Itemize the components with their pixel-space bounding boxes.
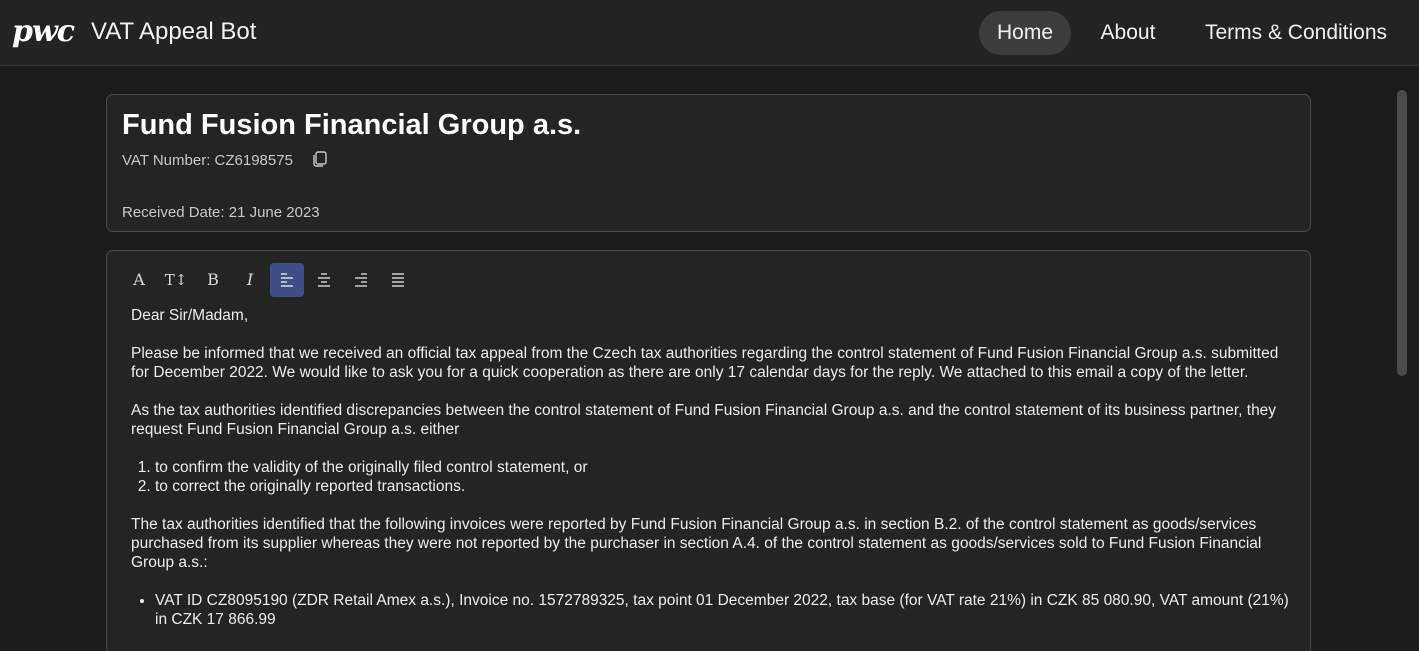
vat-number-row: VAT Number: CZ6198575 bbox=[122, 150, 329, 170]
list-item: to correct the originally reported trans… bbox=[155, 477, 1291, 496]
nav-about[interactable]: About bbox=[1086, 11, 1170, 55]
letter-content[interactable]: Dear Sir/Madam, Please be informed that … bbox=[131, 306, 1291, 648]
align-justify-icon[interactable] bbox=[381, 263, 415, 297]
scrollbar-thumb[interactable] bbox=[1397, 90, 1407, 376]
nav-home[interactable]: Home bbox=[979, 11, 1071, 55]
italic-icon[interactable]: I bbox=[233, 263, 267, 297]
main-nav: Home About Terms & Conditions bbox=[0, 11, 1419, 55]
list-item: VAT ID CZ8095190 (ZDR Retail Amex a.s.),… bbox=[155, 591, 1291, 629]
letter-paragraph: Please be informed that we received an o… bbox=[131, 345, 1279, 381]
letter-editor: A T↕ B I Dear Sir/Madam, Please be infor… bbox=[106, 250, 1311, 651]
received-date: Received Date: 21 June 2023 bbox=[122, 204, 320, 221]
letter-greeting: Dear Sir/Madam, bbox=[131, 307, 249, 324]
font-icon[interactable]: A bbox=[122, 263, 156, 297]
editor-toolbar: A T↕ B I bbox=[122, 263, 522, 297]
nav-terms-conditions[interactable]: Terms & Conditions bbox=[1188, 11, 1404, 55]
font-size-icon[interactable]: T↕ bbox=[159, 263, 193, 297]
letter-paragraph: As the tax authorities identified discre… bbox=[131, 402, 1277, 438]
page-scrollbar[interactable] bbox=[1394, 88, 1412, 651]
align-left-icon[interactable] bbox=[270, 263, 304, 297]
vat-number: VAT Number: CZ6198575 bbox=[122, 152, 293, 169]
bold-icon[interactable]: B bbox=[196, 263, 230, 297]
invoice-list: VAT ID CZ8095190 (ZDR Retail Amex a.s.),… bbox=[155, 591, 1291, 629]
letter-paragraph: The tax authorities identified that the … bbox=[131, 516, 1262, 571]
copy-icon[interactable] bbox=[311, 150, 329, 168]
company-name: Fund Fusion Financial Group a.s. bbox=[122, 109, 582, 141]
list-item: to confirm the validity of the originall… bbox=[155, 458, 1291, 477]
align-center-icon[interactable] bbox=[307, 263, 341, 297]
company-info-card: Fund Fusion Financial Group a.s. VAT Num… bbox=[106, 94, 1311, 232]
align-right-icon[interactable] bbox=[344, 263, 378, 297]
options-list: to confirm the validity of the originall… bbox=[155, 458, 1291, 496]
top-bar: pwc VAT Appeal Bot Home About Terms & Co… bbox=[0, 0, 1419, 66]
